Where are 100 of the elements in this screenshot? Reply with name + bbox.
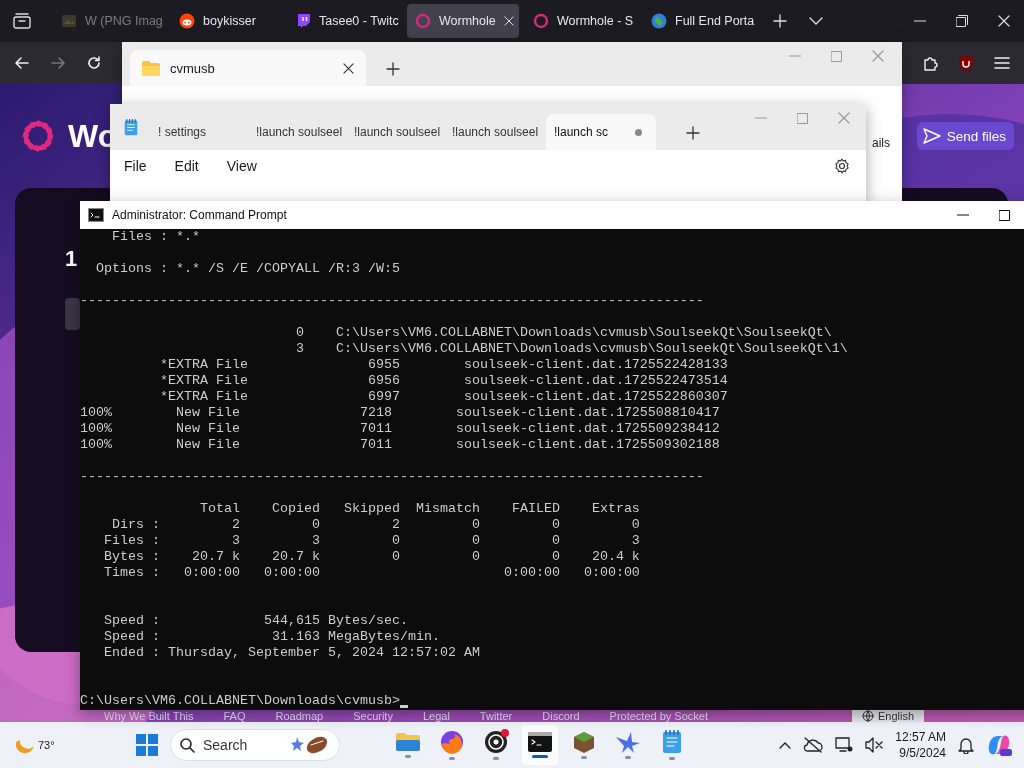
monitor-icon[interactable] — [835, 736, 854, 754]
tab-title: !launch sc — [554, 125, 609, 139]
menu-item[interactable]: Edit — [174, 158, 199, 174]
terminal-line: 100% New File 7011 soulseek-client.dat.1725509302188 — [80, 437, 720, 453]
notepad-icon — [124, 118, 138, 136]
chevron-up-icon[interactable] — [779, 741, 792, 749]
terminal-line: 100% New File 7011 soulseek-client.dat.1725509238412 — [80, 421, 720, 437]
send-icon — [922, 128, 941, 144]
notepad-tab[interactable]: !launch soulseel — [448, 114, 546, 150]
speaker-muted-icon[interactable] — [865, 737, 884, 753]
terminal-line: Times : 0:00:00 0:00:00 0:00:00 0:00:00 — [103, 565, 640, 581]
terminal-line: Speed : 544,615 Bytes/sec. — [103, 613, 408, 629]
grass-block-icon — [573, 731, 595, 753]
notepad-tab[interactable]: ! settings — [154, 114, 252, 150]
terminal-line: *EXTRA File 6997 soulseek-client.dat.1725522860307 — [158, 389, 728, 405]
record-icon — [484, 730, 508, 754]
browser-tab[interactable]: boykisser — [171, 4, 283, 38]
taskbar-app[interactable] — [522, 725, 558, 765]
copilot-icon[interactable] — [986, 733, 1012, 757]
puzzle-icon[interactable] — [922, 55, 938, 71]
browser-tab[interactable]: W (PNG Imag — [53, 4, 165, 38]
explorer-tab[interactable]: cvmusb — [130, 50, 366, 86]
tab-title: Wormhole - S — [557, 14, 634, 28]
notepad-tab[interactable]: !launch soulseel — [252, 114, 350, 150]
fox-icon — [440, 730, 464, 754]
back-icon[interactable] — [14, 55, 30, 71]
terminal-line: C:\Users\VM6.COLLABNET\Downloads\cvmusb> — [80, 693, 400, 709]
footer-link[interactable]: Legal — [422, 710, 450, 722]
tab-title: !launch soulseel — [354, 125, 441, 139]
search-icon — [179, 737, 195, 753]
terminal-line: Files : 3 3 0 0 0 3 — [103, 533, 640, 549]
menu-icon[interactable] — [994, 56, 1010, 70]
alien-icon — [179, 13, 195, 29]
tab-title: !launch soulseel — [256, 125, 343, 139]
chevron-down-icon[interactable] — [809, 17, 823, 25]
terminal-icon — [528, 732, 552, 752]
windows-icon[interactable] — [136, 734, 158, 756]
footer-link[interactable]: Roadmap — [275, 710, 324, 722]
terminal-line: Options : *.* /S /E /COPYALL /R:3 /W:5 — [95, 261, 400, 277]
notepad-tab[interactable]: !launch sc — [546, 114, 656, 150]
search-field[interactable]: Search — [170, 729, 340, 761]
terminal-line: Total Copied Skipped Mismatch FAILED Extras — [198, 501, 640, 517]
shield-icon[interactable] — [958, 54, 974, 72]
tab-list-icon[interactable] — [13, 13, 31, 29]
settings-icon[interactable] — [834, 158, 850, 174]
terminal-line: ------------------------------------------------------------------------------ — [80, 469, 704, 485]
chat-icon — [297, 13, 311, 29]
globe-icon — [651, 13, 667, 29]
footer-link[interactable]: FAQ — [223, 710, 246, 722]
terminal-line: Bytes : 20.7 k 20.7 k 0 0 0 20.4 k — [103, 549, 640, 565]
notepad-icon — [662, 730, 682, 754]
terminal-line: Dirs : 2 0 2 0 0 0 — [111, 517, 640, 533]
card-heading: 1 — [65, 246, 78, 272]
folder-icon — [142, 60, 160, 76]
terminal-line: 3 C:\Users\VM6.COLLABNET\Downloads\cvmusb\SoulseekQt\SoulseekQt\1\ — [294, 341, 848, 357]
tab-title: cvmusb — [170, 60, 215, 76]
restore-icon[interactable] — [956, 15, 968, 27]
input-field[interactable] — [65, 298, 80, 330]
details-label[interactable]: ails — [872, 136, 890, 150]
terminal-line: 100% New File 7218 soulseek-client.dat.1725508810417 — [80, 405, 720, 421]
bell-icon[interactable] — [958, 736, 974, 754]
browser-tab[interactable]: Tasee0 - Twitc — [289, 4, 401, 38]
tab-title: !launch soulseel — [452, 125, 539, 139]
console-icon — [88, 208, 104, 222]
send-files-button[interactable]: Send files — [916, 122, 1014, 150]
terminal-line: Speed : 31.163 MegaBytes/min. — [103, 629, 440, 645]
maximize-icon[interactable] — [999, 209, 1010, 221]
tab-title: Wormhole — [439, 14, 496, 28]
folder-icon — [396, 732, 420, 752]
footer-link[interactable]: Security — [353, 710, 393, 722]
terminal-line: ------------------------------------------------------------------------------ — [80, 293, 704, 309]
window-title: Administrator: Command Prompt — [112, 208, 287, 222]
new-tab-icon[interactable] — [386, 62, 400, 76]
footer-link[interactable]: Discord — [542, 710, 580, 722]
clock-time[interactable]: 12:57 AM — [895, 729, 946, 745]
ring-icon — [533, 13, 549, 29]
notepad-tab[interactable]: !launch soulseel — [350, 114, 448, 150]
tab-title: Tasee0 - Twitc — [319, 14, 399, 28]
picture-icon — [61, 14, 77, 28]
reload-icon[interactable] — [86, 55, 102, 71]
terminal-line: *EXTRA File 6956 soulseek-client.dat.1725522473514 — [158, 373, 728, 389]
terminal-line: Ended : Thursday, September 5, 2024 12:57:02 AM — [103, 645, 480, 661]
browser-tab[interactable]: Wormhole — [407, 4, 519, 38]
temperature[interactable]: 73° — [38, 739, 55, 751]
language-selector[interactable]: English — [851, 710, 924, 722]
browser-tab[interactable]: Wormhole - S — [525, 4, 637, 38]
menu-item[interactable]: View — [226, 158, 257, 174]
notification-badge — [501, 729, 509, 737]
cloud-off-icon[interactable] — [803, 737, 824, 753]
tab-title: boykisser — [203, 14, 256, 28]
terminal-line: *EXTRA File 6955 soulseek-client.dat.1725522428133 — [158, 357, 728, 373]
footer-link[interactable]: Twitter — [479, 710, 513, 722]
new-tab-icon[interactable] — [686, 126, 700, 140]
close-icon[interactable] — [343, 62, 354, 74]
ring-icon — [415, 13, 431, 29]
globe-icon — [861, 710, 874, 722]
menu-item[interactable]: File — [124, 158, 147, 174]
clock-date[interactable]: 9/5/2024 — [899, 745, 946, 761]
footer-link[interactable]: Why We Built This — [104, 710, 194, 722]
language-label: English — [877, 710, 914, 722]
